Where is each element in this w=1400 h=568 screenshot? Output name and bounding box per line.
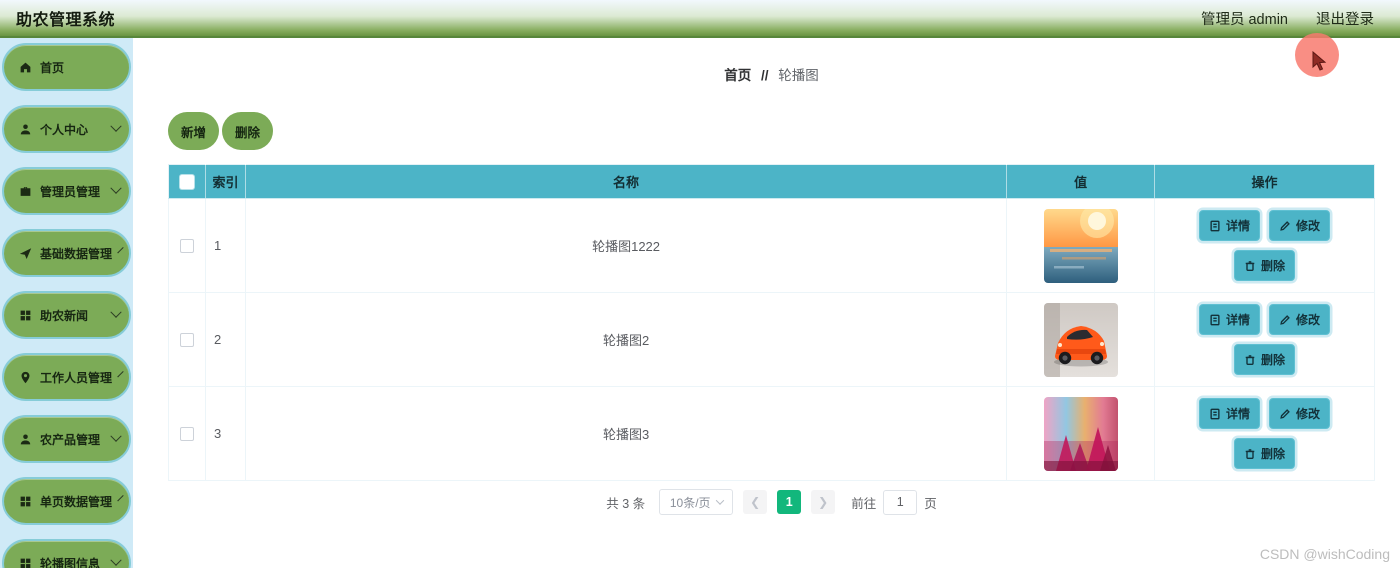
carousel-image-orange-sports-car[interactable] bbox=[1043, 302, 1118, 377]
goto-page-input[interactable] bbox=[883, 489, 918, 515]
row-name: 轮播图1222 bbox=[244, 198, 1008, 293]
row-checkbox[interactable] bbox=[179, 333, 194, 348]
pencil-icon bbox=[1280, 408, 1290, 419]
delete-row-button[interactable]: 删除 bbox=[1234, 438, 1296, 469]
carousel-image-sunset-over-sea[interactable] bbox=[1043, 208, 1118, 283]
detail-button[interactable]: 详情 bbox=[1199, 398, 1261, 429]
trash-icon bbox=[1245, 354, 1255, 365]
edit-button[interactable]: 修改 bbox=[1269, 398, 1331, 429]
table-header-row: 索引 名称 值 操作 bbox=[168, 164, 1375, 199]
column-header-actions: 操作 bbox=[1154, 164, 1375, 199]
user-icon bbox=[19, 123, 32, 136]
row-index: 3 bbox=[204, 386, 246, 481]
table-row: 3 轮播图3 详情 修改 删除 bbox=[168, 386, 1375, 481]
pencil-icon bbox=[1280, 220, 1290, 231]
sidebar-item-agri-news[interactable]: 助农新闻 bbox=[2, 291, 131, 339]
app-header: 助农管理系统 管理员 admin 退出登录 bbox=[0, 0, 1400, 38]
goto-label: 前往 bbox=[851, 496, 877, 511]
mouse-cursor-icon bbox=[1312, 51, 1327, 71]
sidebar-item-admin-management[interactable]: 管理员管理 bbox=[2, 167, 131, 215]
breadcrumb: 首页 // 轮播图 bbox=[168, 64, 1375, 84]
trash-icon bbox=[1245, 260, 1255, 271]
watermark: CSDN @wishCoding bbox=[1259, 546, 1390, 562]
row-name: 轮播图3 bbox=[244, 386, 1008, 481]
chevron-down-icon bbox=[110, 306, 122, 318]
carousel-image-pink-trees[interactable] bbox=[1043, 396, 1118, 471]
select-all-checkbox[interactable] bbox=[179, 175, 194, 190]
current-page-button[interactable]: 1 bbox=[777, 490, 802, 514]
table-row: 1 轮播图1222 详情 修改 删除 bbox=[168, 198, 1375, 293]
row-index: 1 bbox=[204, 198, 246, 293]
sidebar-item-personal-center[interactable]: 个人中心 bbox=[2, 105, 131, 153]
sidebar-item-staff-management[interactable]: 工作人员管理 bbox=[2, 353, 131, 401]
sidebar-item-home[interactable]: 首页 bbox=[2, 43, 131, 91]
app-title: 助农管理系统 bbox=[16, 12, 116, 29]
chevron-down-icon bbox=[715, 496, 724, 505]
chevron-down-icon bbox=[110, 430, 122, 442]
cursor-highlight bbox=[1295, 33, 1339, 77]
detail-button[interactable]: 详情 bbox=[1199, 210, 1261, 241]
sidebar-item-base-data-management[interactable]: 基础数据管理 bbox=[2, 229, 131, 277]
delete-row-button[interactable]: 删除 bbox=[1234, 344, 1296, 375]
grid-icon bbox=[19, 309, 32, 322]
add-button[interactable]: 新增 bbox=[168, 112, 220, 150]
prev-page-button[interactable]: ❮ bbox=[743, 490, 768, 514]
map-pin-icon bbox=[19, 371, 32, 384]
send-icon bbox=[19, 247, 32, 260]
sidebar-item-single-page-data[interactable]: 单页数据管理 bbox=[2, 477, 131, 525]
sidebar-item-carousel-info[interactable]: 轮播图信息 bbox=[2, 539, 131, 568]
page-size-select[interactable]: 10条/页 bbox=[659, 489, 734, 515]
chevron-down-icon bbox=[110, 182, 122, 194]
row-checkbox[interactable] bbox=[179, 427, 194, 442]
breadcrumb-current: 轮播图 bbox=[778, 68, 819, 83]
home-icon bbox=[19, 61, 32, 74]
logged-in-user: 管理员 admin bbox=[1200, 11, 1288, 28]
chevron-down-icon bbox=[117, 246, 124, 254]
edit-button[interactable]: 修改 bbox=[1269, 304, 1331, 335]
edit-button[interactable]: 修改 bbox=[1269, 210, 1331, 241]
breadcrumb-home[interactable]: 首页 bbox=[724, 68, 751, 83]
document-icon bbox=[1210, 408, 1220, 419]
pagination: 共 3 条 10条/页 ❮ 1 ❯ 前往 页 bbox=[168, 489, 1375, 515]
logout-link[interactable]: 退出登录 bbox=[1316, 8, 1374, 29]
toolbar: 新增 删除 bbox=[168, 112, 1375, 150]
breadcrumb-separator: // bbox=[760, 68, 769, 83]
trash-icon bbox=[1245, 448, 1255, 459]
sidebar: 首页 个人中心 管理员管理 基础数据管理 助农新闻 工作人员管理 农产品管理 单… bbox=[0, 38, 133, 568]
delete-row-button[interactable]: 删除 bbox=[1234, 250, 1296, 281]
column-header-value: 值 bbox=[1006, 164, 1156, 199]
main-content: 首页 // 轮播图 新增 删除 索引 名称 值 操作 1 轮播图1222 详情 … bbox=[133, 38, 1400, 568]
grid-icon bbox=[19, 557, 32, 568]
header-right: 管理员 admin 退出登录 bbox=[1201, 8, 1400, 29]
sidebar-item-agri-product-management[interactable]: 农产品管理 bbox=[2, 415, 131, 463]
chevron-down-icon bbox=[110, 554, 122, 566]
row-index: 2 bbox=[204, 292, 246, 387]
chevron-down-icon bbox=[110, 120, 122, 132]
column-header-name: 名称 bbox=[245, 164, 1008, 199]
document-icon bbox=[1210, 220, 1220, 231]
user-icon bbox=[19, 433, 32, 446]
delete-button[interactable]: 删除 bbox=[222, 112, 274, 150]
detail-button[interactable]: 详情 bbox=[1199, 304, 1261, 335]
grid-icon bbox=[19, 495, 32, 508]
column-header-index: 索引 bbox=[205, 164, 246, 199]
chevron-down-icon bbox=[117, 370, 124, 378]
pencil-icon bbox=[1280, 314, 1290, 325]
chevron-down-icon bbox=[117, 494, 124, 502]
row-checkbox[interactable] bbox=[179, 239, 194, 254]
carousel-table: 索引 名称 值 操作 1 轮播图1222 详情 修改 删除 2 轮播图2 详情 … bbox=[168, 164, 1375, 481]
briefcase-icon bbox=[19, 185, 32, 198]
document-icon bbox=[1210, 314, 1220, 325]
next-page-button[interactable]: ❯ bbox=[811, 490, 836, 514]
row-name: 轮播图2 bbox=[244, 292, 1008, 387]
pagination-total: 共 3 条 bbox=[606, 496, 646, 511]
table-row: 2 轮播图2 详情 修改 删除 bbox=[168, 292, 1375, 387]
goto-suffix: 页 bbox=[924, 496, 937, 511]
